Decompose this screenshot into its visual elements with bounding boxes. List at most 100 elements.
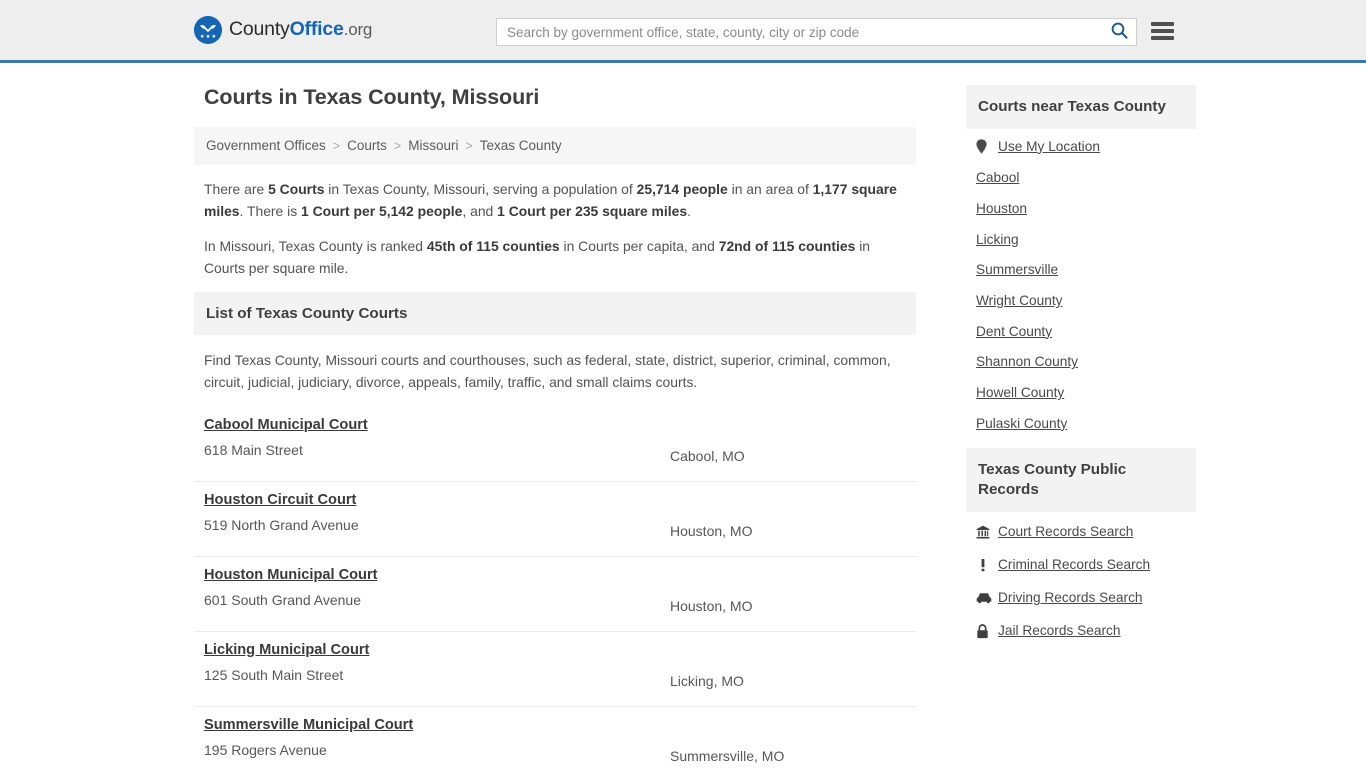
breadcrumb-item-government-offices[interactable]: Government Offices — [206, 139, 326, 153]
table-row: Houston Municipal Court 601 South Grand … — [194, 557, 916, 632]
breadcrumb-separator-icon: > — [465, 138, 473, 153]
list-item[interactable]: Wright County — [976, 294, 1194, 308]
logo-text-county: County — [229, 18, 290, 41]
main-content: Courts in Texas County, Missouri Governm… — [194, 85, 916, 768]
court-list: Cabool Municipal Court 618 Main Street C… — [194, 407, 916, 768]
intro-text: in an area of — [727, 180, 813, 197]
intro-text: , and — [462, 203, 498, 220]
sidebar-item-howell-county[interactable]: Howell County — [976, 386, 1064, 400]
sidebar-item-wright-county[interactable]: Wright County — [976, 294, 1062, 308]
court-city: Houston, MO — [670, 522, 753, 539]
lock-icon — [976, 623, 993, 639]
stat-rank-per-area: 72nd of 115 counties — [718, 237, 856, 254]
breadcrumb-separator-icon: > — [393, 138, 402, 153]
table-row: Cabool Municipal Court 618 Main Street C… — [194, 407, 916, 482]
breadcrumb: Government Offices > Courts > Missouri >… — [194, 127, 916, 165]
sidebar-item-houston[interactable]: Houston — [976, 202, 1027, 216]
court-details: Summersville Municipal Court 195 Rogers … — [204, 716, 670, 761]
breadcrumb-item-texas-county: Texas County — [479, 138, 562, 153]
table-row: Licking Municipal Court 125 South Main S… — [194, 632, 916, 707]
court-address: 618 Main Street — [204, 441, 303, 458]
court-details: Licking Municipal Court 125 South Main S… — [204, 641, 670, 686]
search-icon — [1111, 22, 1128, 42]
section-description-list-of-courts: Find Texas County, Missouri courts and c… — [204, 351, 891, 391]
list-item[interactable]: Dent County — [976, 325, 1194, 339]
intro-text: . There is — [239, 203, 302, 220]
sidebar-item-use-my-location[interactable]: Use My Location — [998, 140, 1100, 154]
hamburger-menu-icon[interactable] — [1151, 20, 1174, 42]
stat-court-per-capita: 1 Court per 5,142 people — [301, 203, 463, 220]
court-name-link[interactable]: Houston Municipal Court — [204, 567, 378, 583]
breadcrumb-item-missouri[interactable]: Missouri — [408, 139, 458, 153]
logo-text-office: Office — [289, 18, 344, 41]
court-city: Summersville, MO — [670, 747, 785, 764]
sidebar-item-cabool[interactable]: Cabool — [976, 171, 1019, 185]
court-name-link[interactable]: Cabool Municipal Court — [204, 417, 368, 433]
page-title: Courts in Texas County, Missouri — [204, 85, 540, 109]
sidebar-item-summersville[interactable]: Summersville — [976, 263, 1058, 277]
section-heading-list-of-courts: List of Texas County Courts — [194, 291, 916, 335]
site-logo[interactable]: CountyOffice.org — [194, 16, 372, 44]
stat-population: 25,714 people — [636, 180, 728, 197]
intro-statistics: There are 5 Courts in Texas County, Miss… — [194, 165, 916, 280]
search-input[interactable] — [497, 19, 1102, 45]
intro-paragraph-rankings: In Missouri, Texas County is ranked 45th… — [204, 235, 906, 280]
site-header: CountyOffice.org — [0, 0, 1366, 63]
court-address: 601 South Grand Avenue — [204, 591, 361, 608]
court-name-link[interactable]: Houston Circuit Court — [204, 492, 356, 508]
panel-public-records: Texas County Public Records Court Record… — [966, 447, 1196, 639]
stat-court-per-area: 1 Court per 235 square miles — [497, 203, 688, 220]
court-address: 519 North Grand Avenue — [204, 516, 359, 533]
breadcrumb-item-courts[interactable]: Courts — [347, 139, 387, 153]
list-item[interactable]: Houston — [976, 202, 1194, 216]
panel-heading-courts-nearby: Courts near Texas County — [966, 85, 1196, 130]
list-item[interactable]: Criminal Records Search — [976, 558, 1194, 572]
stat-rank-per-capita: 45th of 115 counties — [426, 237, 560, 254]
list-item[interactable]: Use My Location — [976, 139, 1194, 154]
sidebar-item-jail-records-search[interactable]: Jail Records Search — [998, 624, 1120, 638]
court-city: Houston, MO — [670, 597, 753, 614]
sidebar-item-dent-county[interactable]: Dent County — [976, 325, 1052, 339]
search-bar[interactable] — [496, 18, 1137, 46]
list-item[interactable]: Licking — [976, 232, 1194, 247]
sidebar-item-criminal-records-search[interactable]: Criminal Records Search — [998, 558, 1150, 572]
stat-court-count: 5 Courts — [268, 180, 325, 197]
court-name-link[interactable]: Licking Municipal Court — [204, 642, 369, 658]
table-row: Houston Circuit Court 519 North Grand Av… — [194, 482, 916, 557]
intro-text: . — [687, 203, 691, 220]
hamburger-bar — [1151, 29, 1174, 33]
intro-text: in Texas County, Missouri, serving a pop… — [324, 180, 637, 197]
list-item[interactable]: Court Records Search — [976, 525, 1194, 539]
map-pin-icon — [976, 139, 993, 154]
list-item[interactable]: Cabool — [976, 171, 1194, 185]
courthouse-icon — [976, 525, 993, 539]
list-item[interactable]: Howell County — [976, 386, 1194, 400]
list-item[interactable]: Jail Records Search — [976, 623, 1194, 639]
sidebar-item-licking[interactable]: Licking — [976, 232, 1019, 247]
table-row: Summersville Municipal Court 195 Rogers … — [194, 707, 916, 768]
intro-text: In Missouri, Texas County is ranked — [204, 237, 427, 254]
sidebar-item-pulaski-county[interactable]: Pulaski County — [976, 417, 1067, 431]
intro-paragraph-counts: There are 5 Courts in Texas County, Miss… — [204, 178, 906, 223]
list-item[interactable]: Shannon County — [976, 355, 1194, 369]
list-item[interactable]: Driving Records Search — [976, 591, 1194, 605]
court-name-link[interactable]: Summersville Municipal Court — [204, 717, 413, 733]
court-address: 195 Rogers Avenue — [204, 741, 327, 758]
hamburger-bar — [1151, 22, 1174, 26]
list-item[interactable]: Summersville — [976, 263, 1194, 277]
sidebar-item-shannon-county[interactable]: Shannon County — [976, 355, 1078, 369]
panel-courts-nearby: Courts near Texas County Use My Location… — [966, 85, 1196, 431]
sidebar-item-driving-records-search[interactable]: Driving Records Search — [998, 591, 1143, 605]
sidebar-item-court-records-search[interactable]: Court Records Search — [998, 525, 1133, 539]
logo-wordmark: CountyOffice.org — [229, 20, 372, 40]
nearby-links-list: Use My Location Cabool Houston Licking S… — [966, 129, 1196, 430]
court-city: Licking, MO — [670, 672, 744, 689]
search-button[interactable] — [1102, 19, 1136, 45]
list-item[interactable]: Pulaski County — [976, 417, 1194, 431]
court-details: Cabool Municipal Court 618 Main Street — [204, 416, 670, 461]
sidebar: Courts near Texas County Use My Location… — [966, 85, 1196, 658]
breadcrumb-separator-icon: > — [332, 138, 341, 153]
intro-text: There are — [204, 180, 269, 197]
car-icon — [976, 592, 993, 604]
panel-heading-public-records: Texas County Public Records — [966, 447, 1196, 512]
